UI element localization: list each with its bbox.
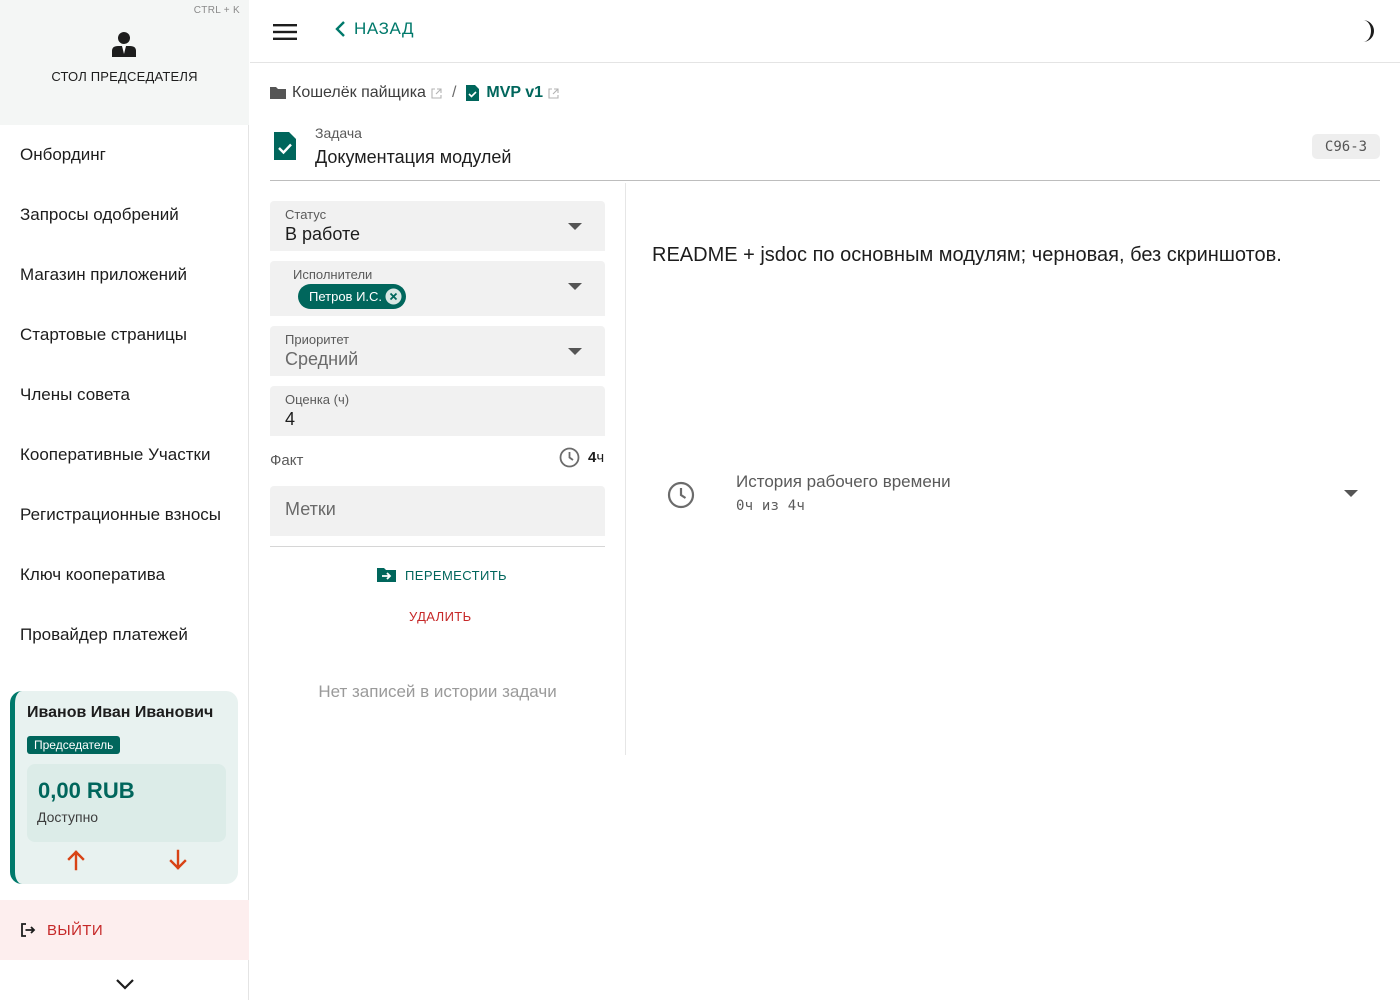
breadcrumb-project-link[interactable]: Кошелёк пайщика [270,84,442,102]
clock-icon [559,447,580,468]
fact-unit: ч [596,449,605,466]
tags-placeholder: Метки [285,499,336,519]
sidebar-item-registration-fees[interactable]: Регистрационные взносы [0,485,249,545]
header-divider [270,180,1380,181]
user-card: Иванов Иван Иванович Председатель 0,00 R… [10,691,238,884]
close-circle-icon[interactable] [384,287,403,306]
person-suit-icon [112,32,136,57]
assignee-chip-label: Петров И.С. [309,289,383,304]
clock-icon [667,481,695,509]
work-history-expander[interactable]: История рабочего времени 0ч из 4ч [652,458,1380,530]
work-history-summary: 0ч из 4ч [736,498,806,514]
task-description[interactable]: README + jsdoc по основным модулям; черн… [652,244,1282,267]
sidebar-item-onboarding[interactable]: Онбординг [0,125,249,185]
fact-label: Факт [270,452,304,469]
assignees-label: Исполнители [293,267,373,282]
status-label: Статус [285,207,327,222]
column-divider [625,183,626,755]
estimate-label: Оценка (ч) [285,392,350,407]
form-divider [270,546,605,547]
user-name: Иванов Иван Иванович [27,704,214,721]
sidebar-item-approval-requests[interactable]: Запросы одобрений [0,185,249,245]
open-external-icon [548,87,559,99]
chevron-down-icon[interactable] [113,972,137,996]
breadcrumb-current-link[interactable]: MVP v1 [466,84,559,102]
chevron-left-icon [335,21,345,37]
estimate-value: 4 [285,409,296,429]
estimate-input[interactable]: Оценка (ч) 4 [270,386,605,436]
breadcrumb-current: MVP v1 [486,84,544,101]
task-code-badge: C96-3 [1312,134,1380,159]
task-type-label: Задача [315,125,362,141]
breadcrumb-project: Кошелёк пайщика [292,84,426,101]
dark-mode-icon[interactable] [1354,18,1380,44]
sidebar-item-app-store[interactable]: Магазин приложений [0,245,249,305]
caret-down-icon [568,348,582,355]
task-doc-icon [274,132,296,160]
arrow-down-icon[interactable] [166,848,190,872]
priority-select[interactable]: Приоритет Средний [270,326,605,376]
caret-down-icon [568,223,582,230]
empty-history-text: Нет записей в истории задачи [318,682,557,701]
breadcrumb: Кошелёк пайщика / MVP v1 [270,84,559,102]
task-title[interactable]: Документация модулей [315,147,511,168]
role-badge: Председатель [27,736,121,754]
logout-button[interactable]: ВЫЙТИ [0,900,249,960]
topbar: НАЗАД [250,0,1400,63]
work-history-title: История рабочего времени [736,472,951,491]
workspace-title: СТОЛ ПРЕДСЕДАТЕЛЯ [51,69,198,84]
caret-down-icon [568,283,582,290]
tags-input[interactable]: Метки [270,486,605,536]
balance-box: 0,00 RUB Доступно [27,764,226,842]
priority-label: Приоритет [285,332,350,347]
breadcrumb-separator: / [451,84,457,101]
sidebar-item-coop-plots[interactable]: Кооперативные Участки [0,425,249,485]
balance-label: Доступно [37,809,99,825]
sidebar-nav: Онбординг Запросы одобрений Магазин прил… [0,125,249,665]
priority-value: Средний [285,349,359,369]
search-shortcut-hint: CTRL + K [193,5,240,16]
sidebar-item-coop-key[interactable]: Ключ кооператива [0,545,249,605]
delete-button[interactable]: УДАЛИТЬ [409,609,472,624]
sidebar-header: CTRL + K СТОЛ ПРЕДСЕДАТЕЛЯ [0,0,249,125]
sidebar: CTRL + K СТОЛ ПРЕДСЕДАТЕЛЯ Онбординг Зап… [0,0,249,1000]
app: CTRL + K СТОЛ ПРЕДСЕДАТЕЛЯ Онбординг Зап… [0,0,1400,1000]
folder-icon [270,87,286,99]
open-external-icon [431,87,442,99]
arrow-up-icon[interactable] [64,848,88,872]
move-label: ПЕРЕМЕСТИТЬ [405,567,507,583]
back-button[interactable]: НАЗАД [334,19,414,39]
back-label: НАЗАД [354,19,415,38]
logout-label: ВЫЙТИ [47,921,104,939]
sidebar-item-payment-provider[interactable]: Провайдер платежей [0,605,249,665]
sidebar-item-board-members[interactable]: Члены совета [0,365,249,425]
move-button[interactable]: ПЕРЕМЕСТИТЬ [377,567,507,583]
logout-icon [21,923,36,937]
menu-icon[interactable] [272,20,298,44]
balance-amount: 0,00 RUB [38,778,135,803]
folder-move-icon [377,568,396,582]
assignee-chip: Петров И.С. [298,284,407,309]
caret-down-icon [1344,490,1358,497]
task-doc-icon [466,85,480,101]
status-select[interactable]: Статус В работе [270,201,605,251]
assignees-select[interactable]: Исполнители Петров И.С. [270,261,605,316]
status-value: В работе [285,224,361,244]
fact-value: 4ч [588,449,604,466]
sidebar-item-start-pages[interactable]: Стартовые страницы [0,305,249,365]
